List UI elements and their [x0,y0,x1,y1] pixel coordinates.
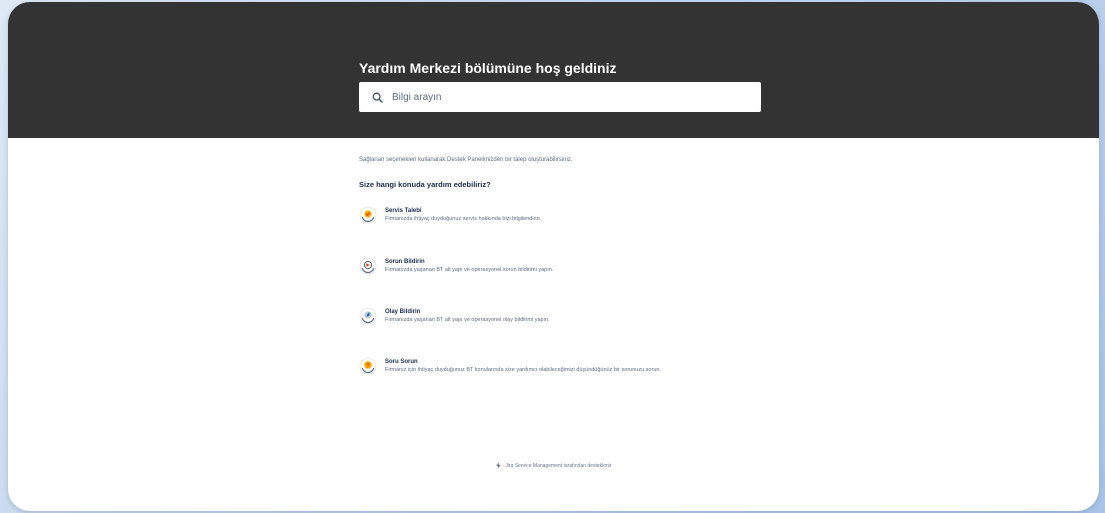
option-description: Firmanızda ihtiyaç duyduğunuz servis hak… [385,216,542,222]
section-heading: Size hangi konuda yardım edebiliriz? [359,180,491,189]
footer: Jira Service Management tarafından deste… [8,462,1099,469]
option-report-problem[interactable]: Sorun Bildirin Firmanızda yaşanan BT alt… [359,257,779,275]
intro-text: Sağlanan seçenekleri kullanarak Destek P… [359,157,573,163]
option-report-incident[interactable]: Olay Bildirin Firmanızda yaşanan BT alt … [359,307,779,325]
search-icon[interactable] [362,82,392,112]
footer-text[interactable]: Jira Service Management tarafından deste… [505,463,611,469]
search-box[interactable] [359,82,761,112]
jira-lightning-icon [496,462,502,469]
hero-banner: Yardım Merkezi bölümüne hoş geldiniz [8,2,1099,138]
option-title: Olay Bildirin [385,309,421,315]
question-icon: ? [359,357,377,375]
page-title: Yardım Merkezi bölümüne hoş geldiniz [359,60,617,76]
option-ask-question[interactable]: ? Soru Sorun Firmanız için ihtiyaç duydu… [359,357,779,375]
option-service-request[interactable]: Servis Talebi Firmanızda ihtiyaç duyduğu… [359,206,779,224]
report-incident-icon [359,307,377,325]
request-types-section: Sağlanan seçenekleri kullanarak Destek P… [359,156,779,189]
service-request-icon [359,206,377,224]
option-title: Sorun Bildirin [385,259,425,265]
option-description: Firmanızda yaşanan BT alt yapı ve operas… [385,317,550,323]
option-title: Soru Sorun [385,359,418,365]
option-description: Firmanız için ihtiyaç duyduğunuz BT konu… [385,367,661,373]
option-description: Firmanızda yaşanan BT alt yapı ve operas… [385,267,554,273]
svg-text:?: ? [366,362,370,369]
search-input[interactable] [392,83,732,111]
help-center-window: Yardım Merkezi bölümüne hoş geldiniz Sağ… [8,2,1099,511]
option-title: Servis Talebi [385,208,422,214]
report-problem-icon [359,257,377,275]
